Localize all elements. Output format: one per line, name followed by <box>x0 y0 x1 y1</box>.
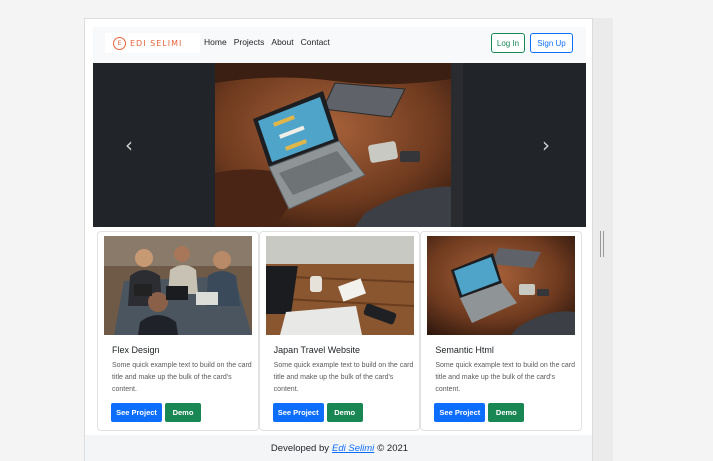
login-button[interactable]: Log In <box>491 33 525 53</box>
footer-prefix: Developed by <box>270 443 330 454</box>
card-title: Flex Design <box>112 345 160 355</box>
nav-link-home[interactable]: Home <box>204 37 227 47</box>
brand-mark-icon: E <box>113 36 126 50</box>
card-image <box>427 236 576 335</box>
signup-button[interactable]: Sign Up <box>530 33 573 53</box>
card-text: Some quick example text to build on the … <box>273 362 414 393</box>
project-cards: Flex Design Some quick example text to b… <box>97 231 583 431</box>
card-title: Japan Travel Website <box>273 345 361 355</box>
card-text: Some quick example text to build on the … <box>112 362 252 393</box>
demo-button[interactable]: Demo <box>165 403 201 422</box>
card-image <box>104 236 252 335</box>
footer: Developed by Edi Selimi © 2021 <box>85 435 592 461</box>
carousel-prev-icon[interactable]: ‹ <box>125 135 133 155</box>
card-title: Semantic Html <box>435 345 494 355</box>
footer-copyright: © 2021 <box>377 443 409 454</box>
nav-link-projects[interactable]: Projects <box>234 37 265 47</box>
demo-button[interactable]: Demo <box>488 403 525 422</box>
card-text: Some quick example text to build on the … <box>435 362 576 393</box>
project-card: Japan Travel Website Some quick example … <box>258 231 421 431</box>
demo-button[interactable]: Demo <box>326 403 363 422</box>
hero-carousel: ‹ › <box>93 63 586 227</box>
carousel-next-icon[interactable]: › <box>542 135 550 155</box>
nav-link-contact[interactable]: Contact <box>301 37 330 47</box>
brand-text: EDI SELIMI <box>130 38 183 48</box>
nav-links: Home Projects About Contact <box>204 37 337 47</box>
brand-logo[interactable]: E EDI SELIMI <box>105 33 200 53</box>
author-link[interactable]: Edi Selimi <box>332 443 374 454</box>
project-card: Flex Design Some quick example text to b… <box>97 231 259 431</box>
see-project-button[interactable]: See Project <box>111 403 162 422</box>
see-project-button[interactable]: See Project <box>272 403 324 422</box>
hero-image <box>215 63 463 227</box>
card-image <box>265 236 414 335</box>
resize-handle[interactable] <box>600 231 604 257</box>
web-page: E EDI SELIMI Home Projects About Contact… <box>84 18 593 461</box>
project-card: Semantic Html Some quick example text to… <box>420 231 583 431</box>
nav-link-about[interactable]: About <box>271 37 293 47</box>
see-project-button[interactable]: See Project <box>434 403 486 422</box>
